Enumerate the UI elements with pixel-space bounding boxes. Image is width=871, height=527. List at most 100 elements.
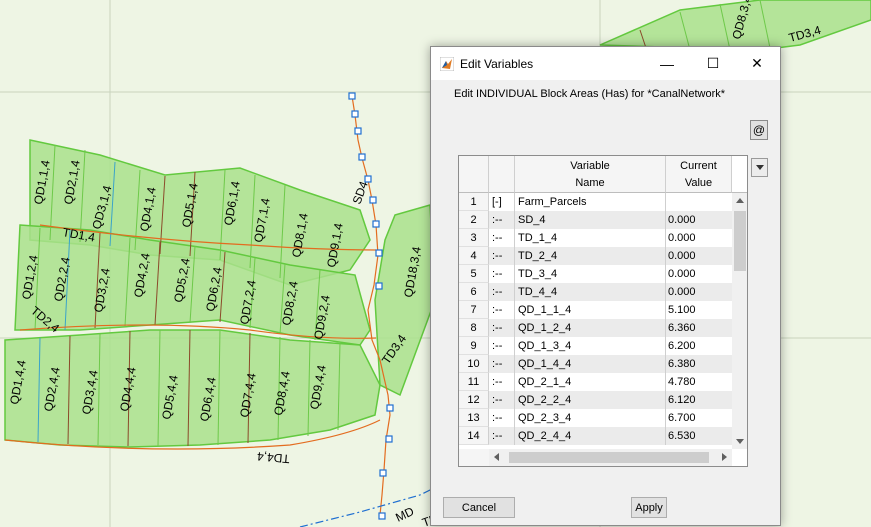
variable-name-cell[interactable]: QD_1_3_4 <box>515 337 666 355</box>
tree-prefix[interactable]: :-- <box>489 319 515 337</box>
variable-name-cell[interactable]: TD_2_4 <box>515 247 666 265</box>
current-value-cell[interactable]: 0.000 <box>666 247 732 265</box>
row-number: 9 <box>459 337 489 355</box>
table-row[interactable]: 13:-- QD_2_3_4 6.700 <box>459 409 732 427</box>
header-corner <box>732 156 747 193</box>
tree-prefix[interactable]: :-- <box>489 211 515 229</box>
variable-name-cell[interactable]: QD_1_4_4 <box>515 355 666 373</box>
current-value-cell[interactable]: 0.000 <box>666 211 732 229</box>
apply-button[interactable]: Apply <box>631 497 667 518</box>
current-value-header[interactable]: Current Value <box>666 156 732 193</box>
horizontal-scroll-thumb[interactable] <box>509 452 709 463</box>
header-line: Current <box>680 160 717 172</box>
maximize-button[interactable]: ☐ <box>690 47 736 80</box>
current-value-cell[interactable]: 6.700 <box>666 409 732 427</box>
scroll-up-icon[interactable] <box>736 198 744 203</box>
tree-prefix[interactable]: :-- <box>489 409 515 427</box>
row-number: 8 <box>459 319 489 337</box>
variables-table[interactable]: Variable Name Current Value 1 [-] Farm_Par… <box>458 155 748 467</box>
tree-prefix[interactable]: :-- <box>489 427 515 445</box>
variable-name-cell[interactable]: SD_4 <box>515 211 666 229</box>
tree-prefix[interactable]: :-- <box>489 301 515 319</box>
table-row[interactable]: 12:-- QD_2_2_4 6.120 <box>459 391 732 409</box>
variable-name-cell[interactable]: QD_2_4_4 <box>515 427 666 445</box>
current-value-cell[interactable]: 6.360 <box>666 319 732 337</box>
table-row[interactable]: 8:-- QD_1_2_4 6.360 <box>459 319 732 337</box>
tree-prefix[interactable]: :-- <box>489 391 515 409</box>
variable-name-cell[interactable]: TD_1_4 <box>515 229 666 247</box>
parcel-block-right[interactable] <box>374 204 436 397</box>
tree-prefix[interactable]: :-- <box>489 337 515 355</box>
at-button[interactable]: @ <box>750 120 768 140</box>
row-number: 12 <box>459 391 489 409</box>
current-value-cell[interactable]: 5.100 <box>666 301 732 319</box>
variable-name-cell[interactable]: QD_1_2_4 <box>515 319 666 337</box>
chevron-down-icon <box>755 165 764 170</box>
row-number: 1 <box>459 193 489 211</box>
table-row[interactable]: 4:-- TD_2_4 0.000 <box>459 247 732 265</box>
cancel-button[interactable]: Cancel <box>443 497 515 518</box>
table-row[interactable]: 2:-- SD_4 0.000 <box>459 211 732 229</box>
table-row[interactable]: 6:-- TD_4_4 0.000 <box>459 283 732 301</box>
map-label: MD <box>393 504 416 525</box>
table-row[interactable]: 14:-- QD_2_4_4 6.530 <box>459 427 732 445</box>
variable-name-cell[interactable]: TD_4_4 <box>515 283 666 301</box>
tree-prefix[interactable]: [-] <box>489 193 515 211</box>
table-row[interactable]: 3:-- TD_1_4 0.000 <box>459 229 732 247</box>
current-value-cell[interactable]: 6.200 <box>666 337 732 355</box>
vertical-scrollbar[interactable] <box>732 193 747 449</box>
horizontal-scrollbar[interactable] <box>489 449 732 466</box>
matlab-icon <box>440 57 454 71</box>
close-button[interactable]: ✕ <box>734 47 780 80</box>
row-number: 6 <box>459 283 489 301</box>
table-row[interactable]: 7:-- QD_1_1_4 5.100 <box>459 301 732 319</box>
current-value-cell[interactable]: 0.000 <box>666 265 732 283</box>
row-number: 3 <box>459 229 489 247</box>
variable-name-cell[interactable]: TD_3_4 <box>515 265 666 283</box>
row-number: 14 <box>459 427 489 445</box>
row-number: 13 <box>459 409 489 427</box>
current-value-cell[interactable]: 0.000 <box>666 229 732 247</box>
scroll-right-icon[interactable] <box>722 453 727 461</box>
header-line: Name <box>575 177 605 189</box>
maximize-icon: ☐ <box>706 55 720 71</box>
current-value-cell[interactable]: 4.780 <box>666 373 732 391</box>
table-row[interactable]: 5:-- TD_3_4 0.000 <box>459 265 732 283</box>
row-number: 10 <box>459 355 489 373</box>
tree-prefix[interactable]: :-- <box>489 283 515 301</box>
tree-prefix[interactable]: :-- <box>489 229 515 247</box>
current-value-cell[interactable]: 0.000 <box>666 283 732 301</box>
dropdown-button[interactable] <box>751 158 768 177</box>
table-row[interactable]: 10:-- QD_1_4_4 6.380 <box>459 355 732 373</box>
table-row[interactable]: 11:-- QD_2_1_4 4.780 <box>459 373 732 391</box>
variable-name-header[interactable]: Variable Name <box>515 156 666 193</box>
vertical-scroll-thumb[interactable] <box>734 211 746 271</box>
current-value-cell[interactable]: 6.120 <box>666 391 732 409</box>
table-row[interactable]: 9:-- QD_1_3_4 6.200 <box>459 337 732 355</box>
minimize-button[interactable]: — <box>644 47 690 80</box>
variable-name-cell[interactable]: QD_2_3_4 <box>515 409 666 427</box>
variable-name-cell[interactable]: QD_1_1_4 <box>515 301 666 319</box>
current-value-cell[interactable]: 6.530 <box>666 427 732 445</box>
row-number: 4 <box>459 247 489 265</box>
table-row[interactable]: 1 [-] Farm_Parcels <box>459 193 732 211</box>
variable-name-cell[interactable]: QD_2_1_4 <box>515 373 666 391</box>
variable-name-cell[interactable]: Farm_Parcels <box>515 193 666 211</box>
row-number: 7 <box>459 301 489 319</box>
tree-prefix[interactable]: :-- <box>489 247 515 265</box>
current-value-cell[interactable] <box>666 193 732 211</box>
minimize-icon: — <box>660 55 674 72</box>
row-number: 2 <box>459 211 489 229</box>
close-icon: ✕ <box>751 55 763 71</box>
title-bar[interactable]: Edit Variables — ☐ ✕ <box>431 47 780 80</box>
current-value-cell[interactable]: 6.380 <box>666 355 732 373</box>
tree-prefix[interactable]: :-- <box>489 265 515 283</box>
scroll-left-icon[interactable] <box>494 453 499 461</box>
tree-prefix[interactable]: :-- <box>489 373 515 391</box>
map-label: SD4 <box>350 179 371 206</box>
edit-variables-dialog: Edit Variables — ☐ ✕ Edit INDIVIDUAL Blo… <box>430 46 781 526</box>
dialog-heading: Edit INDIVIDUAL Block Areas (Has) for *C… <box>454 88 726 100</box>
tree-prefix[interactable]: :-- <box>489 355 515 373</box>
scroll-down-icon[interactable] <box>736 439 744 444</box>
variable-name-cell[interactable]: QD_2_2_4 <box>515 391 666 409</box>
